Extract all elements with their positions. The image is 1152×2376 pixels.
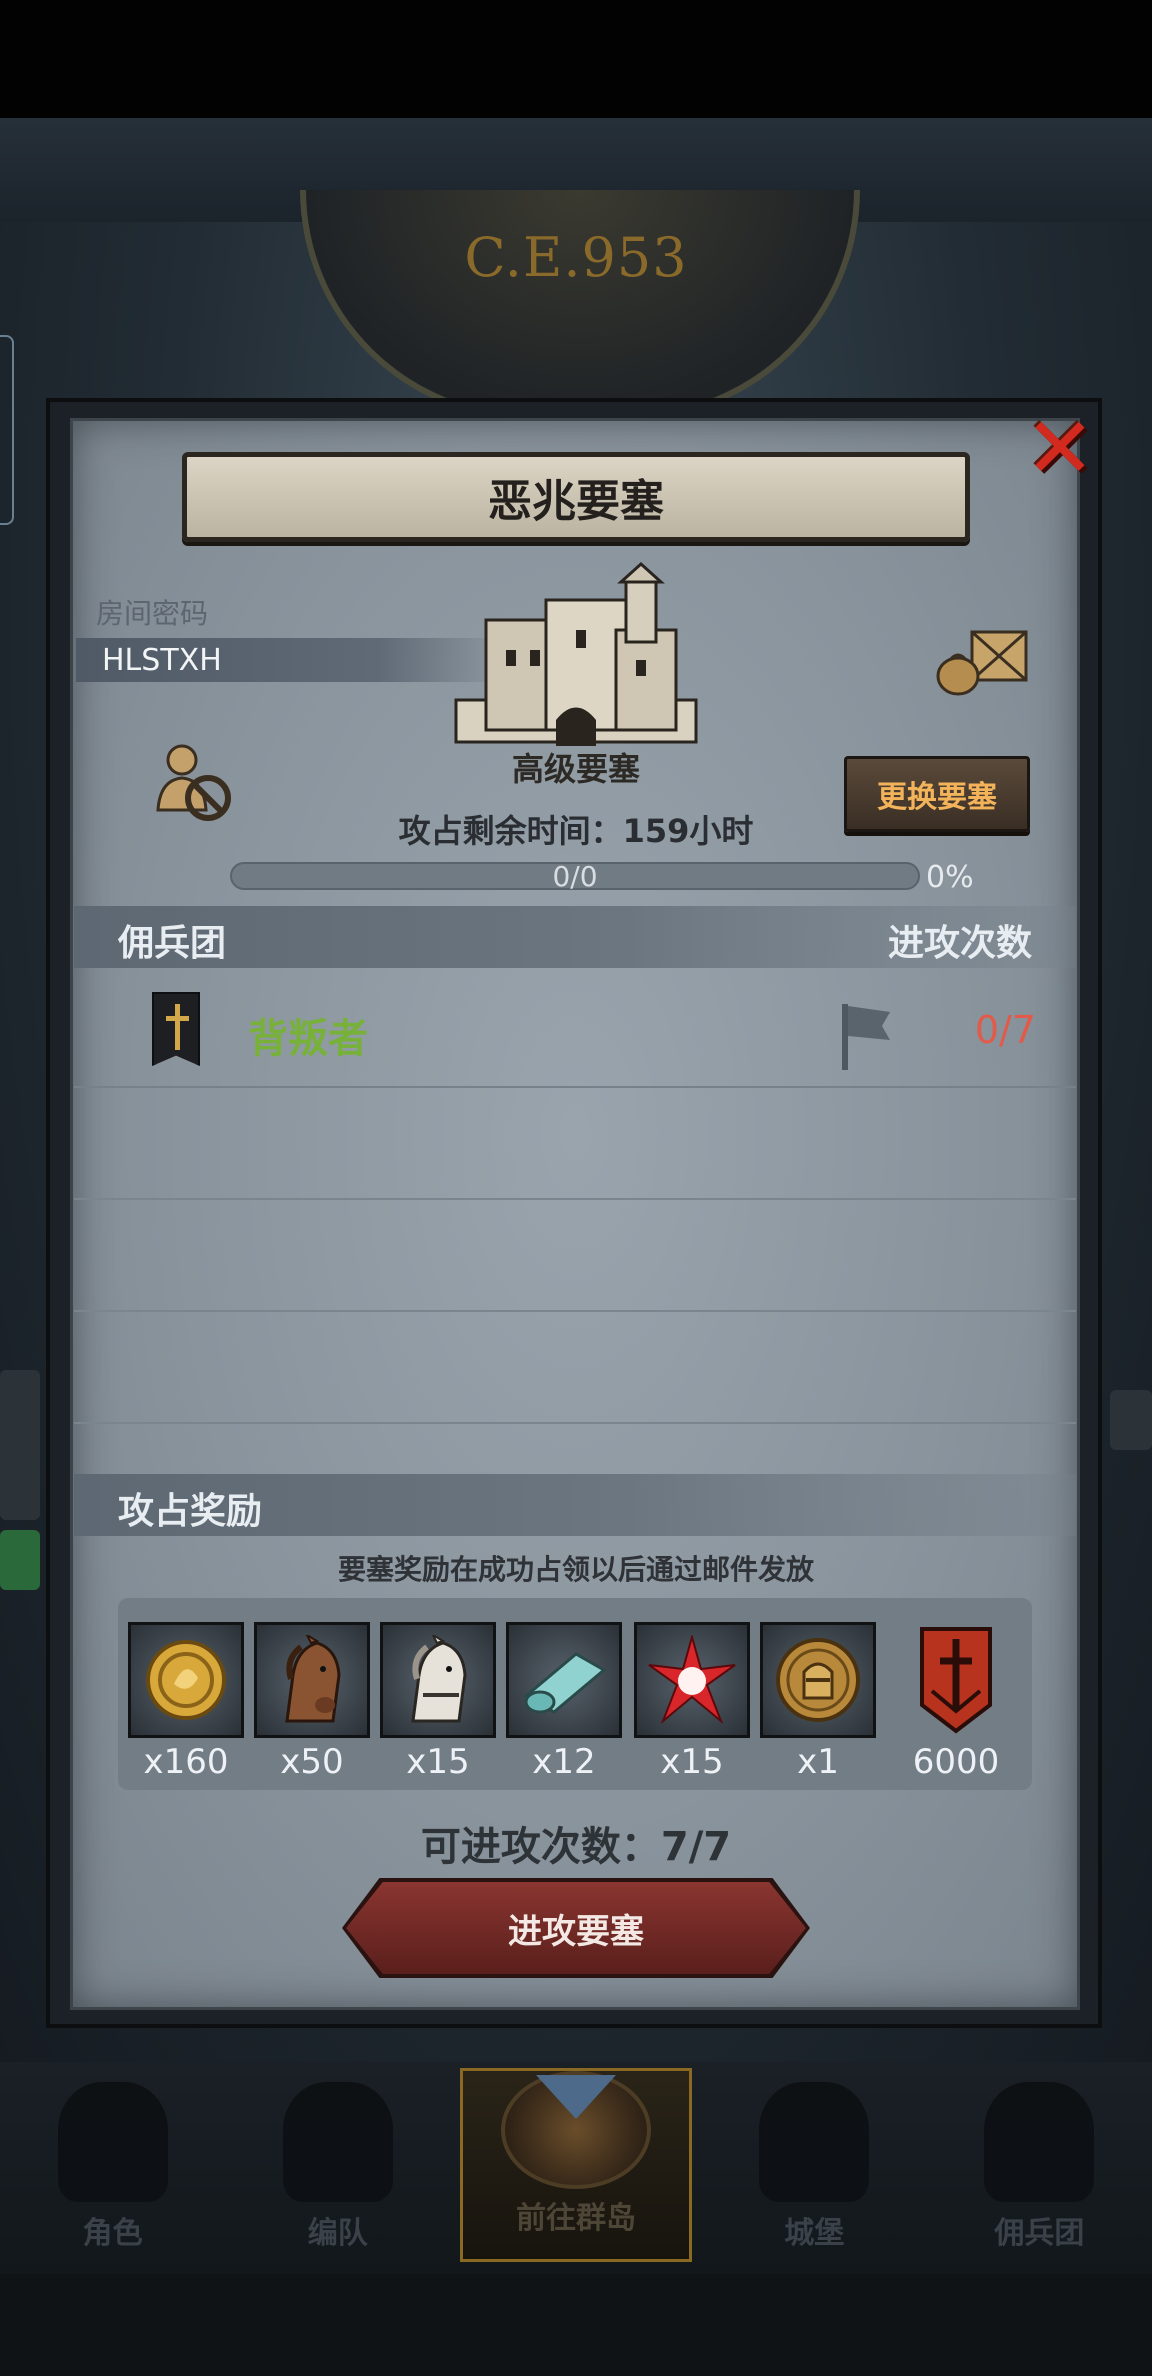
empty-row bbox=[74, 1314, 1076, 1424]
reward-qty: x1 bbox=[797, 1742, 839, 1782]
nav-tab-mercenaries[interactable]: 佣兵团 bbox=[927, 2062, 1152, 2274]
era-label: C.E.953 bbox=[464, 226, 688, 289]
reward-item[interactable]: x12 bbox=[506, 1622, 622, 1782]
nav-tab-character[interactable]: 角色 bbox=[0, 2062, 225, 2274]
nav-tab-label: 城堡 bbox=[784, 2216, 845, 2251]
mercenary-name: 背叛者 bbox=[248, 1016, 368, 1062]
supplies-icon[interactable] bbox=[932, 620, 1032, 700]
nav-tab-label: 角色 bbox=[82, 2216, 143, 2251]
close-button[interactable]: ✕ bbox=[1020, 399, 1100, 497]
rewards-note: 要塞奖励在成功占领以后通过邮件发放 bbox=[337, 1553, 814, 1586]
reward-qty: x160 bbox=[143, 1742, 229, 1782]
side-pull-tab[interactable] bbox=[0, 335, 14, 525]
sword-banner-icon bbox=[152, 992, 200, 1066]
empty-row bbox=[74, 1202, 1076, 1312]
reward-item[interactable]: x1 bbox=[760, 1622, 876, 1782]
brown-horse-icon bbox=[285, 1635, 341, 1723]
status-bar bbox=[0, 0, 1152, 118]
mercenary-attacks: 0/7 bbox=[974, 1008, 1036, 1052]
title-banner: 恶兆要塞 bbox=[182, 452, 970, 542]
room-password-field[interactable]: HLSTXH bbox=[76, 638, 506, 682]
bottom-navigation: 角色 编队 前往群岛 城堡 佣兵团 bbox=[0, 2062, 1152, 2274]
nav-tab-label: 佣兵团 bbox=[994, 2216, 1085, 2251]
reward-item[interactable]: 6000 bbox=[898, 1622, 1014, 1782]
reward-qty: 6000 bbox=[912, 1742, 1000, 1782]
reward-item[interactable]: x160 bbox=[128, 1622, 244, 1782]
room-password-label: 房间密码 bbox=[96, 597, 209, 630]
rewards-header: 攻占奖励 bbox=[118, 1491, 263, 1532]
progress-percent: 0% bbox=[926, 860, 974, 895]
attack-count-header: 进攻次数 bbox=[887, 923, 1032, 964]
nav-tab-formation[interactable]: 编队 bbox=[225, 2062, 450, 2274]
room-password-value: HLSTXH bbox=[102, 642, 222, 678]
reward-qty: x15 bbox=[406, 1742, 470, 1782]
white-horse-icon bbox=[411, 1635, 467, 1723]
side-widget-left bbox=[0, 1370, 40, 1520]
castle-icon bbox=[759, 2082, 870, 2202]
reward-qty: x12 bbox=[532, 1742, 596, 1782]
castle-icon bbox=[454, 561, 698, 746]
close-icon: ✕ bbox=[1024, 399, 1096, 497]
bottom-strip bbox=[0, 2274, 1152, 2376]
reward-item[interactable]: x15 bbox=[380, 1622, 496, 1782]
attack-fortress-button[interactable]: 进攻要塞 bbox=[342, 1878, 810, 1978]
nav-tab-castle[interactable]: 城堡 bbox=[702, 2062, 927, 2274]
gold-coin-icon bbox=[146, 1640, 226, 1720]
time-remaining: 攻占剩余时间：159小时 bbox=[398, 812, 754, 850]
attacks-remaining: 可进攻次数：7/7 bbox=[420, 1824, 732, 1870]
mercenary-icon bbox=[984, 2082, 1095, 2202]
reward-qty: x15 bbox=[660, 1742, 724, 1782]
knight-icon bbox=[57, 2082, 168, 2202]
reward-item[interactable]: x15 bbox=[634, 1622, 750, 1782]
chevron-down-icon bbox=[536, 2075, 616, 2119]
helmet-icon bbox=[282, 2082, 393, 2202]
attack-fortress-label: 进攻要塞 bbox=[508, 1911, 644, 1952]
nav-tab-islands[interactable]: 前往群岛 bbox=[460, 2068, 692, 2262]
reward-item[interactable]: x50 bbox=[254, 1622, 370, 1782]
flag-icon bbox=[842, 1004, 890, 1070]
nav-tab-label: 前往群岛 bbox=[516, 2201, 636, 2236]
mercenary-row[interactable]: 背叛者 0/7 bbox=[74, 978, 1076, 1088]
empty-row bbox=[74, 1090, 1076, 1200]
red-star-icon bbox=[648, 1635, 736, 1725]
knight-medal-icon bbox=[776, 1638, 860, 1722]
cloth-roll-icon bbox=[523, 1652, 607, 1714]
nav-tab-label: 编队 bbox=[307, 2216, 368, 2251]
mercenary-header: 佣兵团 bbox=[118, 923, 227, 964]
modal-title: 恶兆要塞 bbox=[488, 476, 664, 527]
side-widget-right bbox=[1110, 1390, 1152, 1450]
reward-qty: x50 bbox=[280, 1742, 344, 1782]
progress-count: 0/0 bbox=[552, 860, 598, 893]
red-banner-icon bbox=[920, 1627, 992, 1734]
